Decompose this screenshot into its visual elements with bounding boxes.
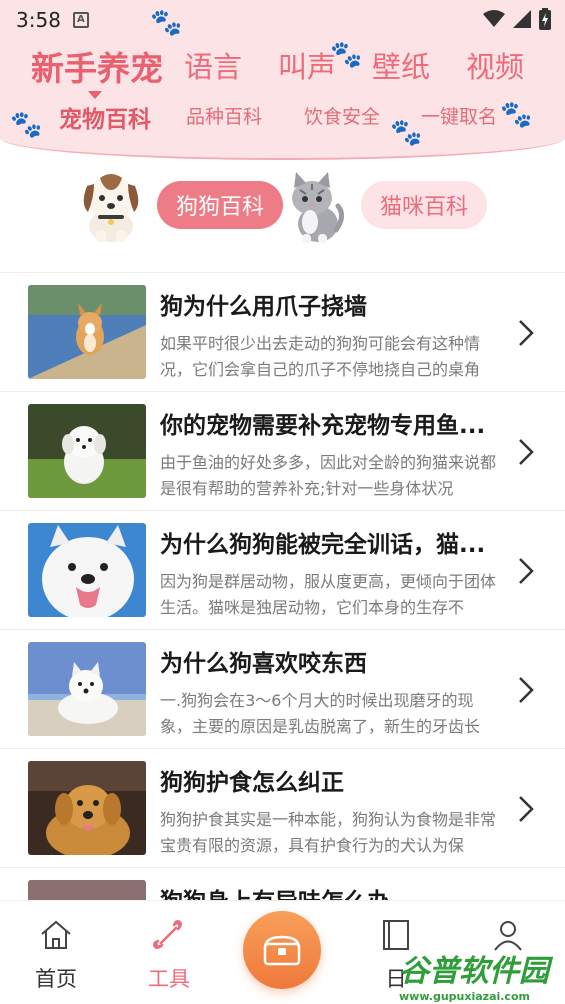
list-item[interactable]: 你的宠物需要补充宠物专用鱼... 由于鱼油的好处多多，因此对全龄的狗猫来说都是很… [0, 391, 565, 510]
watermark-url: www.gupuxiazai.com [399, 990, 530, 1003]
list-item[interactable]: 狗为什么用爪子挠墙 如果平时很少出去走动的狗狗可能会有这种情况，它们会拿自己的爪… [0, 272, 565, 391]
subtab-food-safety[interactable]: 饮食安全 [304, 102, 380, 129]
white-puppy-thumbnail [28, 404, 146, 498]
active-tab-indicator [88, 91, 102, 99]
bottom-navigation: 首页 工具 日 谷普软件园 www.gupuxiazai.com [0, 900, 565, 1004]
paw-decoration-icon: 🐾 [390, 118, 423, 148]
status-time: 3:58 [16, 8, 61, 32]
article-summary: 狗狗护食其实是一种本能，狗狗认为食物是非常宝贵有限的资源，具有护食行为的犬认为保 [160, 810, 497, 855]
subtab-name-generator[interactable]: 一键取名 [421, 102, 497, 129]
article-title: 狗狗护食怎么纠正 [160, 770, 344, 796]
cat-mascot-icon [292, 172, 344, 243]
wifi-icon [483, 10, 505, 27]
chevron-right-icon [519, 677, 534, 703]
list-item[interactable]: 为什么狗喜欢咬东西 一.狗狗会在3～6个月大的时候出现磨牙的现象，主要的原因是乳… [0, 629, 565, 748]
watermark-brand: 谷普软件园 [399, 954, 549, 989]
bone-icon [153, 920, 182, 949]
tab-sounds[interactable]: 叫声 [278, 44, 336, 86]
golden-retriever-thumbnail [28, 761, 146, 855]
chevron-right-icon [519, 796, 534, 822]
nav-home-label: 首页 [35, 967, 77, 991]
chevron-right-icon [519, 558, 534, 584]
dog-mascot-icon [83, 174, 139, 242]
article-summary: 一.狗狗会在3～6个月大的时候出现磨牙的现象，主要的原因是乳齿脱离了，新生的牙齿… [160, 691, 481, 736]
article-summary: 因为狗是群居动物，服从度更高，更倾向于团体生活。猫咪是独居动物，它们本身的生存不 [160, 572, 497, 617]
home-icon [41, 920, 71, 949]
paw-decoration-icon: 🐾 [500, 100, 533, 130]
corgi-thumbnail [28, 285, 146, 379]
battery-icon [539, 8, 551, 30]
list-item[interactable]: 为什么狗狗能被完全训话，猫... 因为狗是群居动物，服从度更高，更倾向于团体生活… [0, 510, 565, 629]
article-title: 为什么狗喜欢咬东西 [160, 651, 367, 677]
subtab-pet-encyclopedia[interactable]: 宠物百科 [59, 100, 151, 134]
nav-tools-label: 工具 [148, 967, 190, 991]
nav-home[interactable]: 首页 [16, 919, 96, 993]
article-summary: 由于鱼油的好处多多，因此对全龄的狗猫来说都是很有帮助的营养补充;针对一些身体状况 [160, 453, 497, 498]
tab-wallpaper[interactable]: 壁纸 [372, 44, 430, 86]
treasure-chest-icon [263, 935, 301, 966]
category-tabs: 新手养宠 语言 叫声 壁纸 视频 [0, 44, 565, 90]
tab-video[interactable]: 视频 [466, 44, 524, 86]
dog-encyclopedia-button[interactable]: 狗狗百科 [157, 181, 283, 229]
article-title: 狗为什么用爪子挠墙 [160, 294, 367, 320]
article-title: 你的宠物需要补充宠物专用鱼... [160, 413, 486, 439]
treasure-chest-button[interactable] [243, 911, 321, 989]
status-icons [483, 8, 551, 30]
cat-encyclopedia-button[interactable]: 猫咪百科 [361, 181, 487, 229]
tab-language[interactable]: 语言 [184, 44, 242, 86]
paw-decoration-icon: 🐾 [10, 110, 43, 140]
tab-newbie-pet[interactable]: 新手养宠 [31, 42, 163, 90]
status-bar: 3:58 A [0, 0, 565, 40]
article-list: 狗为什么用爪子挠墙 如果平时很少出去走动的狗狗可能会有这种情况，它们会拿自己的爪… [0, 272, 565, 986]
article-title: 为什么狗狗能被完全训话，猫... [160, 532, 486, 558]
article-summary: 如果平时很少出去走动的狗狗可能会有这种情况，它们会拿自己的爪子不停地挠自己的桌角 [160, 334, 481, 379]
list-item[interactable]: 狗狗护食怎么纠正 狗狗护食其实是一种本能，狗狗认为食物是非常宝贵有限的资源，具有… [0, 748, 565, 867]
pet-type-toggle: 狗狗百科 猫咪百科 [0, 164, 565, 254]
chevron-right-icon [519, 320, 534, 346]
nav-tools[interactable]: 工具 [129, 919, 209, 993]
sim-icon: A [72, 12, 89, 28]
chevron-right-icon [519, 439, 534, 465]
watermark: 谷普软件园 www.gupuxiazai.com [399, 946, 561, 1003]
white-dog-beach-thumbnail [28, 642, 146, 736]
signal-icon [513, 10, 531, 28]
samoyed-thumbnail [28, 523, 146, 617]
subtab-breed-encyclopedia[interactable]: 品种百科 [186, 102, 262, 129]
